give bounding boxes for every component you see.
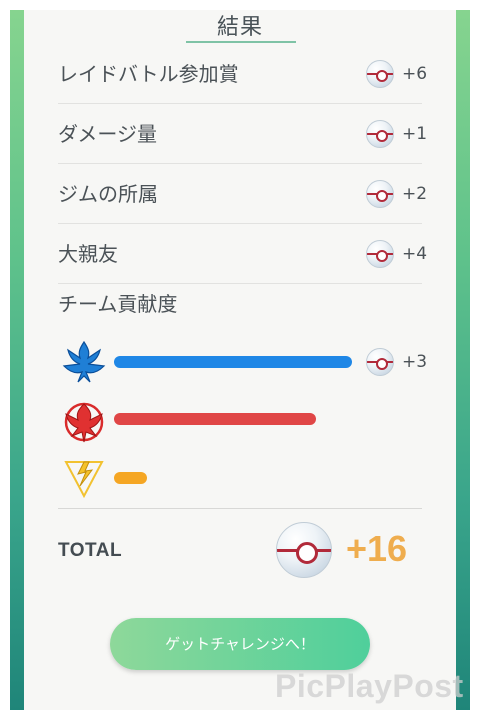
premier-ball-icon [366,120,394,148]
team-mystic-icon [62,340,106,383]
reward-amount: +1 [402,124,428,144]
get-challenge-button[interactable]: ゲットチャレンジへ！ [110,618,370,670]
team-valor-icon [64,402,104,443]
watermark: PicPlayPost [275,668,464,704]
premier-ball-icon [276,522,332,578]
total-divider [58,508,422,509]
team-bar-valor [114,413,316,425]
reward-row: 大親友 +4 [58,224,427,284]
total-label: TOTAL [58,540,123,561]
reward-label: ジムの所属 [58,182,158,206]
page-title: 結果 [216,15,263,40]
reward-row: ジムの所属 +2 [58,164,427,224]
total-value: +16 [346,528,408,569]
team-instinct-icon [64,461,104,499]
title-underline [186,41,296,43]
premier-ball-icon [366,348,394,376]
team-contribution-title: チーム貢献度 [58,292,178,316]
premier-ball-icon [366,60,394,88]
reward-row: レイドバトル参加賞 +6 [58,44,427,104]
reward-amount: +2 [402,184,428,204]
team-reward-amount: +3 [402,352,428,372]
premier-ball-icon [366,180,394,208]
reward-row: ダメージ量 +1 [58,104,427,164]
reward-amount: +4 [402,244,428,264]
team-bar-mystic [114,356,352,368]
premier-ball-icon [366,240,394,268]
reward-amount: +6 [402,64,428,84]
team-bar-instinct [114,472,147,484]
reward-label: レイドバトル参加賞 [58,62,239,86]
reward-label: 大親友 [58,242,118,266]
reward-label: ダメージ量 [58,122,157,146]
